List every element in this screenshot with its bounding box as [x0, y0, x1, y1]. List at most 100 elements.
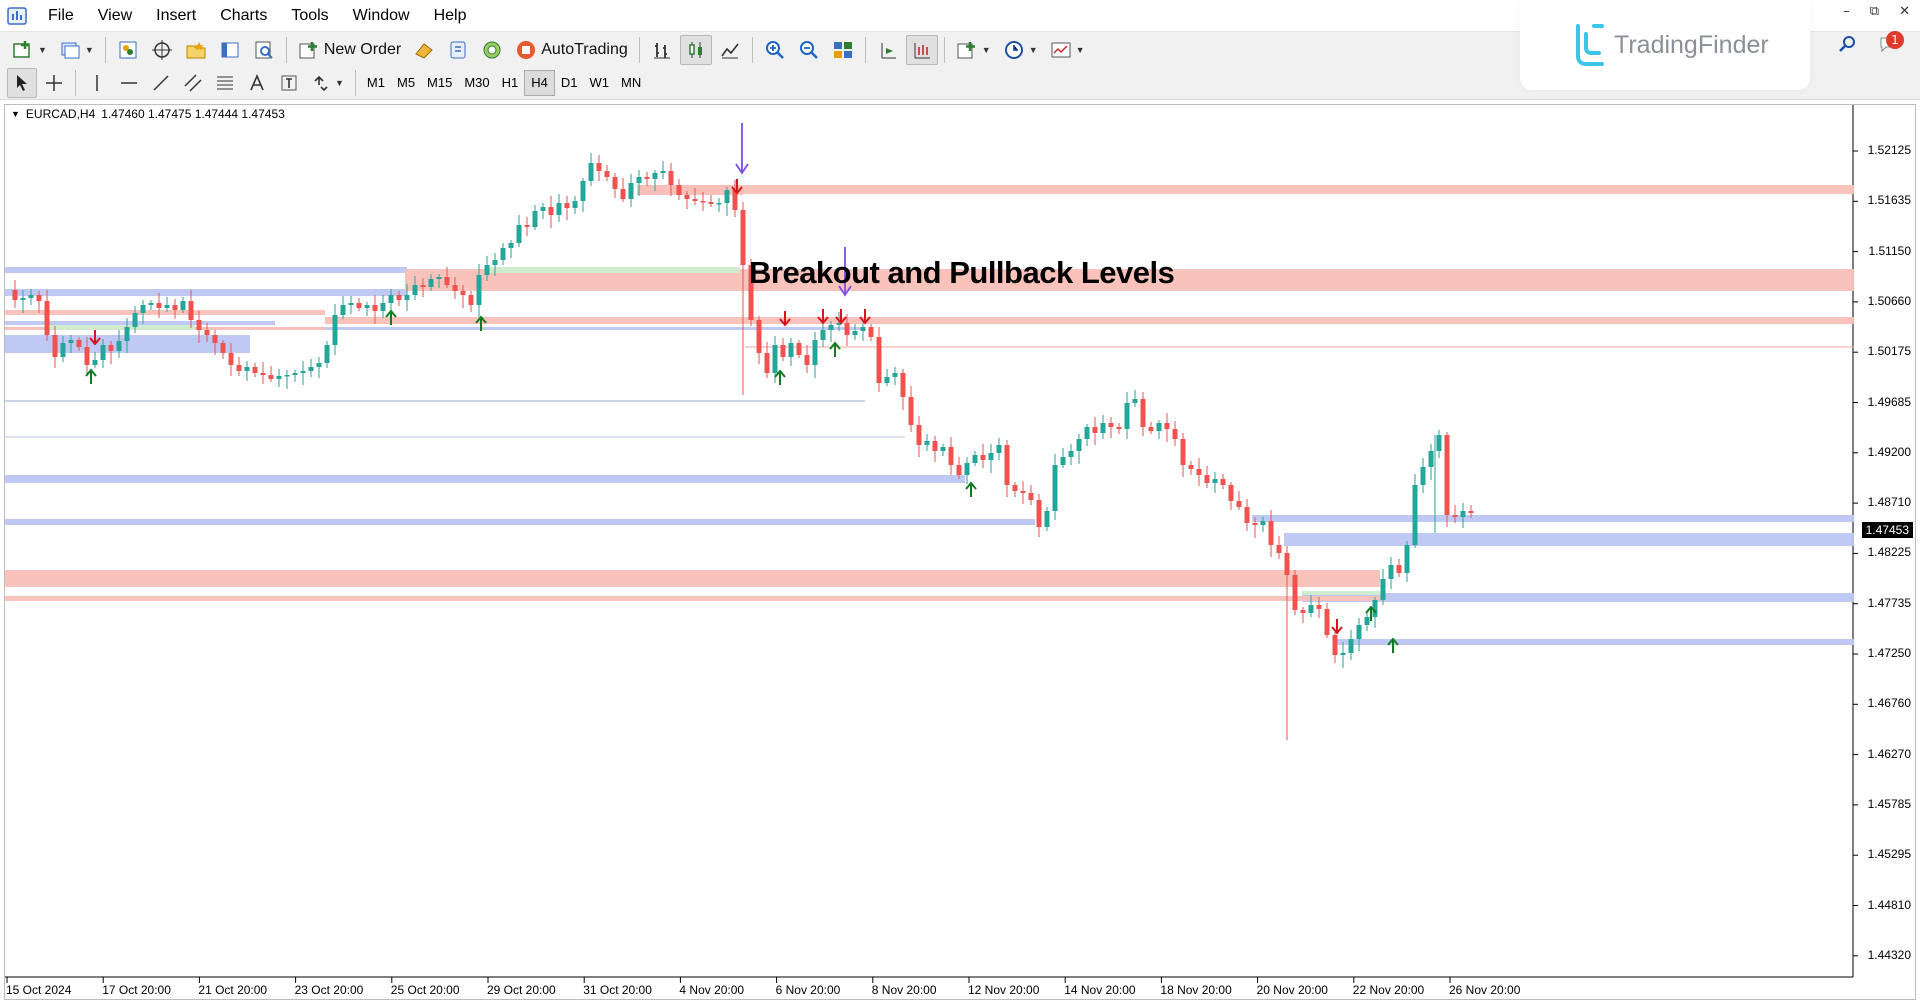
trendline-button[interactable] — [146, 68, 176, 98]
bull-candle — [1420, 467, 1426, 485]
indicators-button[interactable]: ▼ — [951, 35, 996, 65]
bear-candle — [692, 199, 698, 201]
bear-candle — [932, 441, 938, 451]
timeframe-m30[interactable]: M30 — [458, 70, 495, 96]
minimize-icon[interactable]: – — [1843, 4, 1850, 19]
horizontal-line-icon — [121, 81, 137, 84]
menu-file[interactable]: File — [36, 3, 86, 29]
vertical-line-button[interactable] — [82, 68, 112, 98]
terminal-button[interactable] — [214, 35, 246, 65]
market-button[interactable] — [442, 35, 474, 65]
zoom-in-button[interactable] — [759, 35, 791, 65]
timeframe-w1[interactable]: W1 — [584, 70, 616, 96]
templates-button[interactable]: ▼ — [1045, 35, 1090, 65]
bull-candle — [20, 298, 26, 300]
timeframe-m5[interactable]: M5 — [391, 70, 421, 96]
bear-candle — [948, 447, 954, 465]
zoom-out-button[interactable] — [793, 35, 825, 65]
autotrading-button[interactable]: AutoTrading — [510, 35, 633, 65]
bear-candle — [1012, 485, 1018, 491]
text-label-button[interactable] — [274, 68, 304, 98]
metaeditor-icon — [415, 42, 433, 59]
current-price-label: 1.47453 — [1861, 522, 1913, 538]
bull-candle — [828, 325, 834, 330]
autoscroll-button[interactable] — [872, 35, 904, 65]
data-window-button[interactable] — [146, 35, 178, 65]
signals-globe-icon — [483, 41, 501, 58]
bear-candle — [956, 465, 962, 475]
price-tick-label: 1.46270 — [1867, 746, 1911, 761]
bull-candle — [28, 295, 34, 298]
timeframe-d1[interactable]: D1 — [555, 70, 584, 96]
search-icon[interactable] — [1838, 35, 1856, 53]
bear-candle — [916, 425, 922, 445]
bear-candle — [1228, 485, 1234, 501]
navigator-button[interactable] — [180, 35, 212, 65]
crosshair-target-icon — [151, 39, 172, 60]
notifications[interactable]: 1 — [1878, 31, 1904, 54]
bull-candle — [1260, 521, 1266, 525]
collapse-triangle-icon[interactable]: ▼ — [11, 109, 20, 119]
tile-windows-button[interactable] — [827, 35, 859, 65]
bull-candle — [476, 275, 482, 305]
bull-candle — [348, 303, 354, 305]
bull-candle — [1076, 439, 1082, 451]
bear-candle — [1188, 465, 1194, 469]
market-watch-button[interactable] — [112, 35, 144, 65]
bull-candle — [972, 455, 978, 463]
fibonacci-button[interactable] — [210, 68, 240, 98]
bear-candle — [204, 330, 210, 335]
new-chart-button[interactable]: ▼ — [7, 35, 52, 65]
price-tick-label: 1.52125 — [1867, 143, 1911, 157]
timeframe-h1[interactable]: H1 — [496, 70, 525, 96]
equidistant-channel-button[interactable] — [178, 68, 208, 98]
cursor-button[interactable] — [7, 67, 37, 98]
bear-candle — [188, 301, 194, 320]
bull-candle — [1412, 485, 1418, 545]
candlestick-chart-button[interactable] — [679, 34, 712, 65]
bull-candle — [996, 445, 1002, 453]
horizontal-line-button[interactable] — [114, 68, 144, 98]
channel-icon — [184, 73, 202, 92]
bear-candle — [252, 367, 258, 373]
menu-help[interactable]: Help — [422, 3, 479, 29]
text-button[interactable] — [242, 68, 272, 98]
bear-candle — [228, 353, 234, 365]
metaeditor-button[interactable] — [408, 35, 440, 65]
demand-zone — [1335, 639, 1854, 645]
strategy-tester-button[interactable] — [248, 35, 280, 65]
chart-window[interactable]: ▼ EURCAD,H4 1.47460 1.47475 1.47444 1.47… — [4, 104, 1916, 1000]
time-tick-label: 4 Nov 20:00 — [679, 983, 745, 997]
bear-candle — [1180, 439, 1186, 465]
menu-insert[interactable]: Insert — [144, 3, 208, 29]
periods-button[interactable]: ▼ — [998, 35, 1043, 65]
arrows-button[interactable]: ▼ — [306, 68, 349, 98]
menu-tools[interactable]: Tools — [279, 3, 340, 29]
profiles-button[interactable]: ▼ — [54, 35, 99, 65]
demand-zone — [5, 289, 407, 296]
new-order-button[interactable]: New Order — [293, 35, 406, 65]
menu-view[interactable]: View — [86, 3, 144, 29]
bar-chart-button[interactable] — [646, 35, 678, 65]
bear-candle — [684, 195, 690, 199]
chart-header: ▼ EURCAD,H4 1.47460 1.47475 1.47444 1.47… — [11, 107, 285, 121]
line-chart-button[interactable] — [714, 35, 746, 65]
timeframe-mn[interactable]: MN — [615, 70, 647, 96]
timeframe-m15[interactable]: M15 — [421, 70, 458, 96]
menu-window[interactable]: Window — [341, 3, 422, 29]
timeframe-m1[interactable]: M1 — [361, 70, 391, 96]
restore-icon[interactable]: ⧉ — [1870, 4, 1879, 19]
signals-button[interactable] — [476, 35, 508, 65]
price-chart[interactable] — [5, 105, 1915, 999]
menu-charts[interactable]: Charts — [208, 3, 279, 29]
close-icon[interactable]: ✕ — [1899, 4, 1910, 19]
price-tick-label: 1.45785 — [1867, 796, 1911, 811]
bull-candle — [492, 260, 498, 265]
bull-candle — [540, 207, 546, 211]
chart-shift-button[interactable] — [905, 34, 938, 65]
star-folder-icon — [186, 41, 206, 58]
timeframe-h4[interactable]: H4 — [524, 69, 555, 96]
bear-candle — [52, 335, 58, 357]
bear-candle — [156, 303, 162, 308]
crosshair-button[interactable] — [39, 68, 69, 98]
